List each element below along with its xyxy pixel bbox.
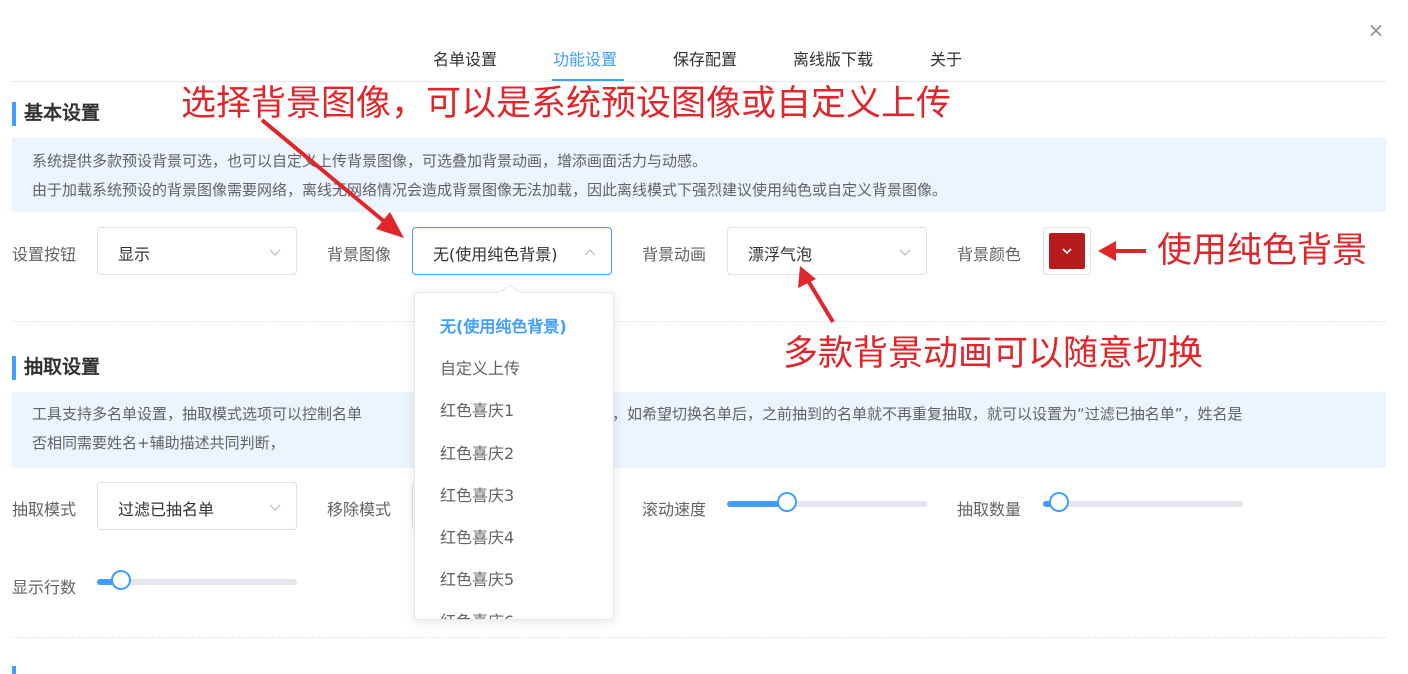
section-title-draw: 抽取设置 <box>12 355 100 380</box>
draw-count-slider[interactable] <box>1043 492 1243 512</box>
dropdown-option[interactable]: 自定义上传 <box>440 355 520 379</box>
bg-color-label: 背景颜色 <box>957 245 1022 264</box>
info-text: 工具支持多名单设置，抽取模式选项可以控制名单 <box>32 405 363 423</box>
section-divider <box>12 321 1386 322</box>
dropdown-option[interactable]: 红色喜庆6 <box>440 608 514 619</box>
info-text-row: 工具支持多名单设置，抽取模式选项可以控制名单 ，如希望切换名单后，之前抽到的名单… <box>32 400 1366 428</box>
bg-color-picker[interactable] <box>1043 227 1091 275</box>
tab-about[interactable]: 关于 <box>930 46 962 70</box>
annotation-arrow <box>805 277 835 324</box>
section-divider <box>12 637 1386 638</box>
section-title-basic: 基本设置 <box>12 101 100 126</box>
info-box-draw: 工具支持多名单设置，抽取模式选项可以控制名单 ，如希望切换名单后，之前抽到的名单… <box>12 392 1386 468</box>
slider-handle[interactable] <box>1049 492 1069 512</box>
dropdown-pointer <box>500 285 520 293</box>
annotation-arrowhead <box>376 212 404 238</box>
dropdown-option[interactable]: 红色喜庆4 <box>440 524 514 548</box>
info-text: 由于加载系统预设的背景图像需要网络，离线无网络情况会造成背景图像无法加载，因此离… <box>32 181 948 199</box>
bg-image-dropdown: 无(使用纯色背景) 自定义上传 红色喜庆1 红色喜庆2 红色喜庆3 红色喜庆4 … <box>414 292 614 620</box>
tab-offline-download[interactable]: 离线版下载 <box>793 46 873 70</box>
settings-button-select[interactable]: 显示 <box>97 227 297 275</box>
section-marker <box>12 666 16 674</box>
select-value: 过滤已抽名单 <box>118 500 215 519</box>
display-rows-slider[interactable] <box>97 570 297 590</box>
close-icon[interactable]: × <box>1366 20 1386 40</box>
bg-animation-select[interactable]: 漂浮气泡 <box>727 227 927 275</box>
color-swatch <box>1049 233 1085 269</box>
tab-function-settings[interactable]: 功能设置 <box>553 46 617 70</box>
tab-bar: 名单设置 功能设置 保存配置 离线版下载 关于 <box>0 40 1408 82</box>
chevron-down-icon <box>899 249 911 256</box>
select-value: 漂浮气泡 <box>748 245 813 264</box>
select-value: 显示 <box>118 245 151 264</box>
info-box-basic: 系统提供多款预设背景可选，也可以自定义上传背景图像，可选叠加背景动画，增添画面活… <box>12 138 1386 212</box>
remove-mode-label: 移除模式 <box>327 500 392 519</box>
dropdown-option[interactable]: 红色喜庆2 <box>440 440 514 464</box>
bg-image-select[interactable]: 无(使用纯色背景) <box>412 227 612 275</box>
bg-animation-label: 背景动画 <box>642 245 707 264</box>
annotation-right: 使用纯色背景 <box>1157 231 1368 271</box>
dropdown-option[interactable]: 无(使用纯色背景) <box>440 313 567 337</box>
dropdown-option[interactable]: 红色喜庆3 <box>440 482 514 506</box>
slider-handle[interactable] <box>111 570 131 590</box>
chevron-down-icon <box>269 504 281 511</box>
scroll-speed-slider[interactable] <box>727 492 927 512</box>
tab-save-config[interactable]: 保存配置 <box>673 46 737 70</box>
chevron-up-icon <box>584 249 596 256</box>
annotation-top: 选择背景图像，可以是系统预设图像或自定义上传 <box>181 84 952 124</box>
select-value: 无(使用纯色背景) <box>433 245 558 264</box>
info-text: 系统提供多款预设背景可选，也可以自定义上传背景图像，可选叠加背景动画，增添画面活… <box>32 152 708 170</box>
chevron-down-icon <box>1062 248 1072 255</box>
info-text: 否相同需要姓名+辅助描述共同判断， <box>32 434 285 452</box>
annotation-arrowhead <box>1098 241 1116 261</box>
tab-list-settings[interactable]: 名单设置 <box>433 46 497 70</box>
info-text: ，如希望切换名单后，之前抽到的名单就不再重复抽取，就可以设置为“过滤已抽名单”，… <box>612 405 1243 423</box>
settings-button-label: 设置按钮 <box>12 245 77 264</box>
dropdown-option[interactable]: 红色喜庆5 <box>440 566 514 590</box>
annotation-middle: 多款背景动画可以随意切换 <box>783 334 1204 374</box>
chevron-down-icon <box>269 249 281 256</box>
slider-handle[interactable] <box>777 492 797 512</box>
dropdown-option[interactable]: 红色喜庆1 <box>440 397 514 421</box>
bg-image-label: 背景图像 <box>327 245 392 264</box>
draw-count-label: 抽取数量 <box>957 500 1022 519</box>
draw-mode-select[interactable]: 过滤已抽名单 <box>97 482 297 530</box>
display-rows-label: 显示行数 <box>12 578 77 597</box>
draw-mode-label: 抽取模式 <box>12 500 77 519</box>
scroll-speed-label: 滚动速度 <box>642 500 707 519</box>
tab-divider <box>12 81 1386 82</box>
